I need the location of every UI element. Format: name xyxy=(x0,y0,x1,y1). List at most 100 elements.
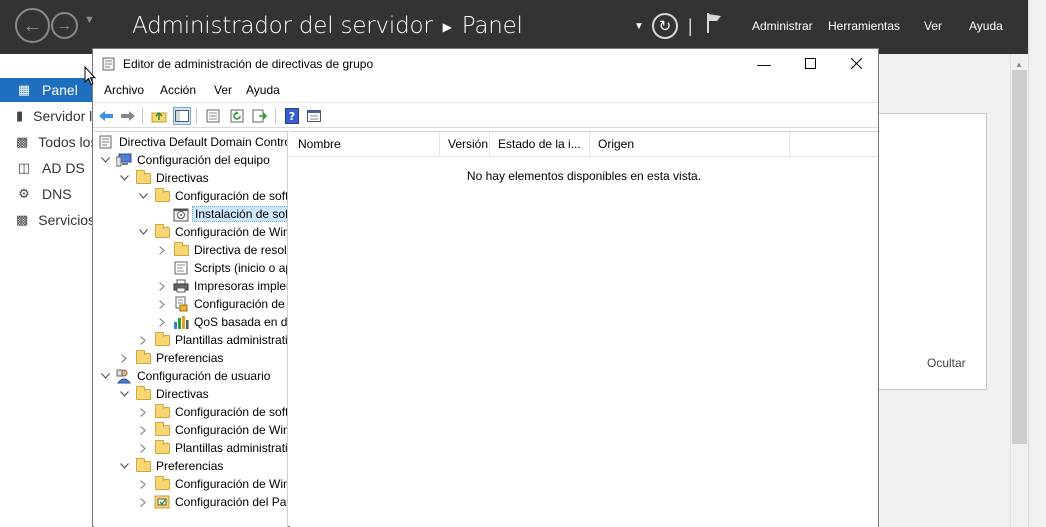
title-bar[interactable]: Editor de administración de directivas d… xyxy=(93,49,878,79)
tree-node[interactable]: Directiva de resolución de nombres xyxy=(155,241,287,259)
tree-node-label: Configuración de Windows xyxy=(175,423,288,437)
sidebar-item-all-servers[interactable]: ▩Todos los servidores xyxy=(0,130,166,154)
folder-icon xyxy=(154,223,170,240)
menu-ayuda[interactable]: Ayuda xyxy=(246,83,280,97)
tree-node[interactable]: Configuración de software xyxy=(136,403,287,421)
tree-node[interactable]: Plantillas administrativas xyxy=(136,331,287,349)
chevron-right-icon[interactable] xyxy=(136,443,150,453)
hide-link[interactable]: Ocultar xyxy=(927,356,966,370)
mouse-cursor-icon xyxy=(84,66,96,86)
tree-node[interactable]: Configuración de software xyxy=(136,187,287,205)
tree-node-label: Directivas xyxy=(156,171,209,185)
refresh-icon[interactable]: ↻ xyxy=(651,13,678,39)
dns-icon: ⚙ xyxy=(18,186,30,201)
console-tree[interactable]: Directiva Default Domain Controllers Conf… xyxy=(94,131,288,527)
folder-icon xyxy=(154,421,170,438)
chevron-right-icon[interactable] xyxy=(136,335,150,345)
details-pane[interactable]: Nombre Versión Estado de la i... Origen … xyxy=(290,131,878,527)
chevron-down-icon[interactable] xyxy=(117,391,131,397)
refresh-icon[interactable] xyxy=(228,107,246,125)
properties-icon[interactable] xyxy=(204,107,222,125)
tree-node[interactable]: QoS basada en directivas xyxy=(155,313,287,331)
tree-node[interactable]: Plantillas administrativas xyxy=(136,439,287,457)
back-button[interactable]: ← xyxy=(15,8,50,43)
tree-node[interactable]: Directivas xyxy=(117,169,211,187)
tree-node-label: Configuración de Windows xyxy=(175,225,288,239)
tree-node[interactable]: Scripts (inicio o apagado) xyxy=(155,259,287,277)
toolbar-separator xyxy=(275,108,276,124)
chevron-down-icon[interactable] xyxy=(98,373,112,379)
chevron-right-icon[interactable] xyxy=(117,353,131,363)
chevron-right-icon[interactable] xyxy=(136,479,150,489)
tree-node[interactable]: Directiva Default Domain Controllers xyxy=(98,133,287,151)
tree-node[interactable]: Configuración de Windows xyxy=(136,421,288,439)
sidebar-item-dns[interactable]: ⚙ DNS xyxy=(0,182,92,206)
column-header-estado[interactable]: Estado de la i... xyxy=(490,132,590,157)
show-hide-tree-icon[interactable] xyxy=(173,107,191,125)
chevron-down-icon[interactable] xyxy=(117,175,131,181)
chevron-right-icon[interactable] xyxy=(155,299,169,309)
tree-node[interactable]: Configuración de Windows xyxy=(136,223,288,241)
menu-accion[interactable]: Acción xyxy=(160,83,196,97)
maximize-button[interactable] xyxy=(787,49,833,79)
help-menu[interactable]: Ayuda xyxy=(969,19,1003,33)
tree-node[interactable]: Configuración de seguridad xyxy=(155,295,287,313)
column-header-origen[interactable]: Origen xyxy=(590,132,790,157)
chevron-right-icon[interactable] xyxy=(136,497,150,507)
chevron-right-icon[interactable] xyxy=(136,407,150,417)
chevron-right-icon[interactable] xyxy=(155,317,169,327)
server-manager-sidebar: ▦ Panel ▮Servidor local ▩Todos los servid… xyxy=(0,54,171,527)
action-pane-icon[interactable] xyxy=(305,107,323,125)
chevron-right-icon[interactable] xyxy=(155,281,169,291)
close-button[interactable] xyxy=(833,49,879,79)
minimize-button[interactable]: — xyxy=(741,49,787,79)
folder-icon xyxy=(173,241,189,258)
scroll-up-icon[interactable]: ▲ xyxy=(1015,60,1023,69)
folder-icon xyxy=(154,475,170,492)
tree-node[interactable]: Preferencias xyxy=(117,349,225,367)
maximize-icon xyxy=(804,56,816,72)
chevron-down-icon[interactable] xyxy=(136,193,150,199)
notifications-flag-icon[interactable] xyxy=(705,12,723,40)
tree-node[interactable]: Configuración de usuario xyxy=(98,367,272,385)
tree-node-label: Directiva Default Domain Controllers xyxy=(119,135,287,149)
tools-menu[interactable]: Herramientas xyxy=(828,19,900,33)
separator: | xyxy=(687,15,693,36)
chevron-right-icon[interactable] xyxy=(136,425,150,435)
menu-archivo[interactable]: Archivo xyxy=(104,83,144,97)
menu-ver[interactable]: Ver xyxy=(214,83,232,97)
help-icon[interactable]: ? xyxy=(283,107,301,125)
forward-arrow-icon[interactable] xyxy=(119,107,137,125)
sidebar-item-panel[interactable]: ▦ Panel xyxy=(0,78,92,102)
manage-menu[interactable]: Administrar xyxy=(752,19,813,33)
scrollbar-thumb[interactable] xyxy=(1012,70,1027,444)
chevron-down-icon[interactable] xyxy=(117,463,131,469)
folder-icon xyxy=(135,457,151,474)
tree-node[interactable]: Impresoras implementadas xyxy=(155,277,287,295)
column-header-version[interactable]: Versión xyxy=(440,132,490,157)
chevron-down-icon[interactable] xyxy=(98,157,112,163)
view-menu[interactable]: Ver xyxy=(924,19,942,33)
export-list-icon[interactable] xyxy=(251,107,269,125)
tree-node[interactable]: Configuración de Windows xyxy=(136,475,287,493)
up-folder-icon[interactable] xyxy=(150,107,168,125)
column-header-nombre[interactable]: Nombre xyxy=(290,132,440,157)
sidebar-item-file-services[interactable]: ▩Servicios de archivos xyxy=(0,208,171,232)
sidebar-item-label: DNS xyxy=(42,186,72,202)
script-icon xyxy=(173,260,189,276)
tree-node[interactable]: Preferencias xyxy=(117,457,225,475)
vertical-scrollbar[interactable]: ▲ xyxy=(1010,54,1028,527)
sidebar-item-ad-ds[interactable]: ◫ AD DS xyxy=(0,156,92,180)
chevron-right-icon[interactable] xyxy=(155,245,169,255)
tree-node[interactable]: Instalación de software xyxy=(155,205,287,223)
dashboard-icon: ▦ xyxy=(17,82,31,97)
tree-node[interactable]: Configuración del equipo xyxy=(98,151,272,169)
chevron-down-icon[interactable] xyxy=(136,229,150,235)
history-dropdown-icon[interactable]: ▼ xyxy=(84,14,95,26)
tree-node[interactable]: Configuración del Panel de control xyxy=(136,493,287,511)
forward-button[interactable]: → xyxy=(51,12,78,39)
chevron-down-icon[interactable]: ▼ xyxy=(634,21,644,32)
back-arrow-icon[interactable] xyxy=(97,107,115,125)
sidebar-item-local-server[interactable]: ▮ Servidor local xyxy=(0,104,118,128)
tree-node[interactable]: Directivas xyxy=(117,385,211,403)
